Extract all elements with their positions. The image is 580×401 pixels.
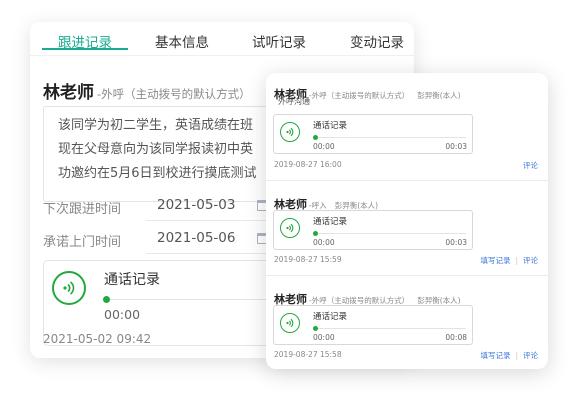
caller-name: 林老师 (43, 83, 94, 103)
progress-track[interactable] (314, 233, 466, 234)
caller-header: 林老师 -外呼（主动拨号的默认方式） (43, 78, 251, 103)
call-mode: -呼入 (309, 201, 327, 210)
call-mode: -外呼（主动拨号的默认方式） (309, 91, 410, 100)
tab-change-records[interactable]: 变动记录 (350, 31, 404, 51)
advisor-name: 彭羿衡(本人) (417, 296, 461, 305)
entry-actions: 填写记录 | 评论 (480, 350, 538, 361)
elapsed-time: 00:00 (313, 238, 335, 247)
progress-handle[interactable] (313, 326, 318, 331)
entry-timestamp: 2019-08-27 15:59 (274, 255, 342, 264)
tab-trial-records[interactable]: 试听记录 (252, 31, 306, 51)
recording-title: 通话记录 (313, 217, 348, 227)
call-mode: -外呼（主动拨号的默认方式） (309, 296, 410, 305)
followup-entry: 林老师 -外呼（主动拨号的默认方式） 彭羿衡(本人) 通话记录 00:00 00:0… (266, 288, 548, 368)
comment-link[interactable]: 评论 (523, 161, 538, 170)
entry-divider (266, 180, 548, 181)
call-mode: -外呼（主动拨号的默认方式） (97, 87, 251, 101)
elapsed-time: 00:00 (313, 142, 335, 151)
tab-bar: 跟进记录 基本信息 试听记录 变动记录 (30, 22, 414, 56)
visit-promise-date-input[interactable]: 2021-05-06 (157, 230, 235, 246)
call-recording-player: 通话记录 00:00 00:08 (273, 305, 473, 345)
next-followup-label: 下次跟进时间 (43, 202, 122, 217)
next-followup-date-input[interactable]: 2021-05-03 (157, 197, 235, 213)
entry-actions: 填写记录 | 评论 (480, 255, 538, 266)
elapsed-time: 00:00 (104, 307, 141, 322)
comment-link[interactable]: 评论 (523, 351, 538, 360)
progress-track[interactable] (314, 328, 466, 329)
entry-actions: 评论 (523, 160, 538, 171)
entry-timestamp: 2019-08-27 16:00 (274, 160, 342, 169)
visit-promise-label: 承诺上门时间 (43, 235, 122, 250)
tab-basic-info[interactable]: 基本信息 (155, 31, 209, 51)
followup-panel-front: 林老师 -外呼（主动拨号的默认方式） 彭羿衡(本人) 外呼沟通 通话记录 00:00… (266, 73, 548, 369)
sound-wave-play-icon[interactable] (280, 218, 300, 238)
sound-wave-play-icon[interactable] (52, 271, 86, 305)
action-separator: | (515, 351, 518, 360)
active-tab-indicator (42, 48, 128, 50)
progress-handle[interactable] (103, 296, 110, 303)
sound-wave-play-icon[interactable] (280, 313, 300, 333)
record-timestamp: 2021-05-02 09:42 (43, 332, 152, 346)
recording-title: 通话记录 (313, 312, 348, 322)
total-duration: 00:03 (445, 238, 467, 247)
progress-handle[interactable] (313, 135, 318, 140)
entry-timestamp: 2019-08-27 15:58 (274, 350, 342, 359)
entry-subtitle: 外呼沟通 (278, 97, 310, 106)
elapsed-time: 00:00 (313, 333, 335, 342)
total-duration: 00:03 (445, 142, 467, 151)
followup-entry: 林老师 -呼入 彭羿衡(本人) 通话记录 00:00 00:03 2019-08-2… (266, 193, 548, 281)
recording-title: 通话记录 (104, 272, 160, 288)
call-recording-player: 通话记录 00:00 00:03 (273, 114, 473, 154)
action-separator: | (515, 256, 518, 265)
sound-wave-play-icon[interactable] (280, 122, 300, 142)
advisor-name: 彭羿衡(本人) (417, 91, 461, 100)
total-duration: 00:08 (445, 333, 467, 342)
progress-track[interactable] (314, 137, 466, 138)
fill-record-link[interactable]: 填写记录 (480, 256, 510, 265)
comment-link[interactable]: 评论 (523, 256, 538, 265)
followup-entry: 林老师 -外呼（主动拨号的默认方式） 彭羿衡(本人) 外呼沟通 通话记录 00:00… (266, 83, 548, 179)
fill-record-link[interactable]: 填写记录 (480, 351, 510, 360)
call-recording-player: 通话记录 00:00 00:03 (273, 210, 473, 250)
advisor-name: 彭羿衡(本人) (334, 201, 379, 210)
recording-title: 通话记录 (313, 121, 348, 131)
progress-handle[interactable] (313, 231, 318, 236)
entry-divider (266, 275, 548, 276)
